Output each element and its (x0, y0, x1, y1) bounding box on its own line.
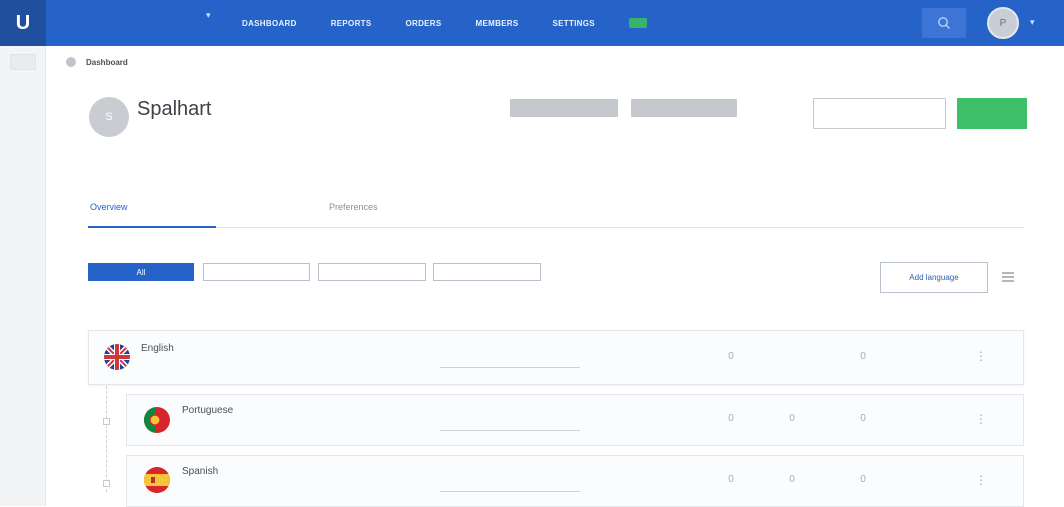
status-badge (510, 99, 618, 117)
table-row[interactable] (88, 330, 1024, 385)
language-name[interactable]: Spanish (182, 466, 218, 477)
side-rail (0, 46, 46, 506)
app-logo[interactable]: U (0, 0, 46, 46)
chevron-down-icon[interactable]: ▾ (1030, 17, 1035, 28)
value-cell: 0 (728, 351, 734, 362)
more-icon[interactable]: ⋮ (975, 413, 987, 425)
value-cell: 0 (860, 351, 866, 362)
active-tab-indicator (88, 226, 216, 228)
main-nav: DASHBOARD REPORTS ORDERS MEMBERS SETTING… (242, 0, 647, 46)
value-cell: 0 (728, 474, 734, 485)
filter-4[interactable] (433, 263, 541, 281)
primary-action-button[interactable] (957, 98, 1027, 129)
filter-2[interactable] (203, 263, 310, 281)
more-icon[interactable]: ⋮ (975, 350, 987, 362)
order-translations-button[interactable] (813, 98, 946, 129)
uk-flag-icon (104, 344, 130, 370)
add-language-button[interactable]: Add language (880, 262, 988, 293)
breadcrumb-current: Dashboard (86, 58, 128, 67)
settings-icon[interactable] (1000, 270, 1016, 284)
project-tabs: Overview Preferences (88, 198, 1024, 228)
project-dot-icon (66, 57, 76, 67)
more-icon[interactable]: ⋮ (975, 474, 987, 486)
page-title: Spalhart (137, 98, 212, 120)
project-avatar: S (89, 97, 129, 137)
progress-bar (440, 491, 580, 492)
spain-flag-icon (144, 467, 170, 493)
tree-connector (106, 386, 107, 492)
chevron-down-icon[interactable]: ▾ (206, 10, 211, 21)
logo-glyph: U (15, 11, 31, 34)
breadcrumb: Dashboard (86, 58, 128, 67)
language-name[interactable]: English (141, 343, 174, 354)
nav-orders[interactable]: ORDERS (405, 19, 441, 28)
upgrade-button[interactable] (628, 18, 647, 28)
filter-all[interactable]: All (88, 263, 194, 281)
portugal-flag-icon (144, 407, 170, 433)
nav-members[interactable]: MEMBERS (476, 19, 519, 28)
value-cell: 0 (789, 413, 795, 424)
menu-icon[interactable] (10, 54, 36, 70)
nav-reports[interactable]: REPORTS (331, 19, 372, 28)
progress-bar (440, 367, 580, 368)
status-badge (631, 99, 737, 117)
value-cell: 0 (789, 474, 795, 485)
filter-3[interactable] (318, 263, 426, 281)
search-icon[interactable] (922, 8, 966, 38)
top-navigation-bar: U ▾ DASHBOARD REPORTS ORDERS MEMBERS SET… (0, 0, 1064, 46)
value-cell: 0 (860, 413, 866, 424)
value-cell: 0 (728, 413, 734, 424)
tab-overview[interactable]: Overview (90, 202, 128, 212)
language-name[interactable]: Portuguese (182, 405, 233, 416)
table-row[interactable] (126, 394, 1024, 446)
progress-bar (440, 430, 580, 431)
user-avatar[interactable]: P (987, 7, 1019, 39)
project-switcher[interactable] (58, 7, 218, 39)
table-row[interactable] (126, 455, 1024, 507)
value-cell: 0 (860, 474, 866, 485)
tab-preferences[interactable]: Preferences (329, 202, 378, 212)
row-checkbox[interactable] (103, 480, 110, 487)
nav-settings[interactable]: SETTINGS (553, 19, 595, 28)
nav-dashboard[interactable]: DASHBOARD (242, 19, 297, 28)
row-checkbox[interactable] (103, 418, 110, 425)
